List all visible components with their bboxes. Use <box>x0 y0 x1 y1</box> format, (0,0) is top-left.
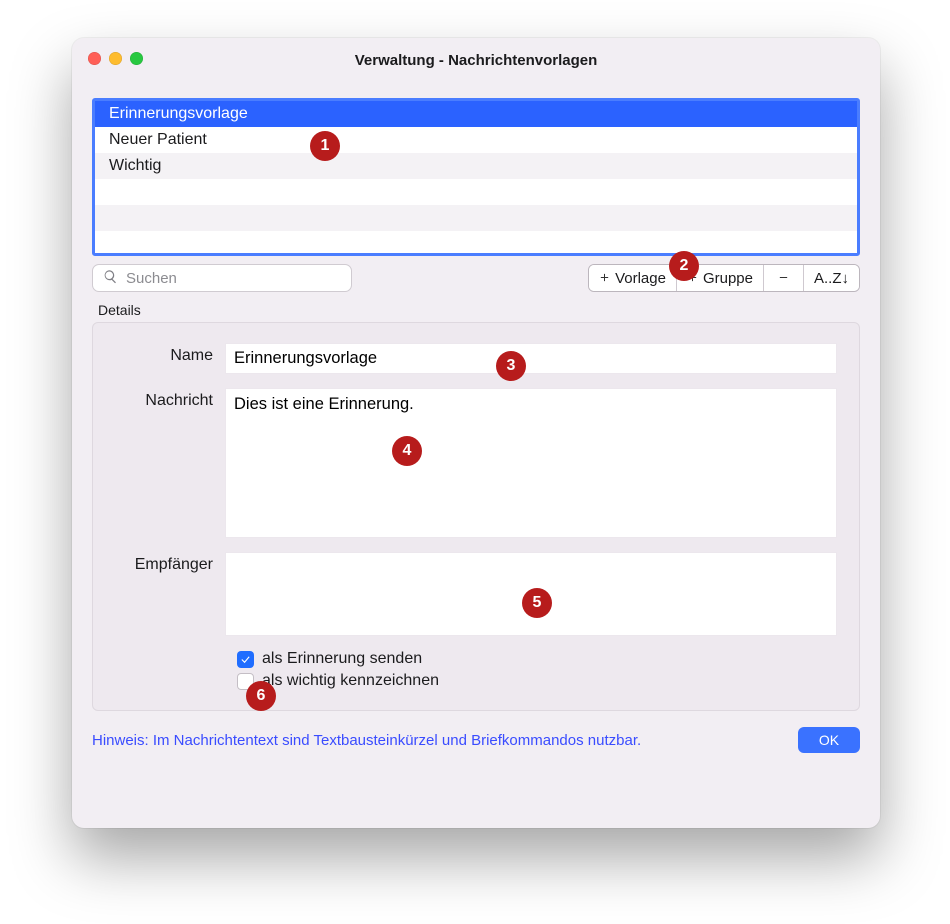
close-icon[interactable] <box>88 52 101 65</box>
important-checkbox-row[interactable]: als wichtig kennzeichnen <box>237 672 837 690</box>
titlebar: Verwaltung - Nachrichtenvorlagen <box>72 38 880 82</box>
ok-button[interactable]: OK <box>798 727 860 753</box>
search-icon <box>103 269 124 288</box>
reminder-checkbox-row[interactable]: als Erinnerung senden <box>237 650 837 668</box>
zoom-icon[interactable] <box>130 52 143 65</box>
message-label: Nachricht <box>115 388 225 538</box>
list-item[interactable]: Erinnerungsvorlage <box>95 101 857 127</box>
template-list[interactable]: Erinnerungsvorlage Neuer Patient Wichtig <box>92 98 860 256</box>
add-group-button[interactable]: Gruppe <box>676 265 763 291</box>
recipients-box[interactable] <box>225 552 837 636</box>
list-item[interactable] <box>95 179 857 205</box>
list-item[interactable]: Wichtig <box>95 153 857 179</box>
important-checkbox-label: als wichtig kennzeichnen <box>262 672 439 690</box>
list-item[interactable] <box>95 231 857 256</box>
message-textarea[interactable] <box>225 388 837 538</box>
minus-icon <box>778 270 789 287</box>
checkbox-icon[interactable] <box>237 673 254 690</box>
sort-button[interactable]: A..Z↓ <box>803 265 859 291</box>
hint-text: Hinweis: Im Nachrichtentext sind Textbau… <box>92 732 641 749</box>
list-item[interactable] <box>95 205 857 231</box>
window-controls <box>88 52 143 65</box>
list-item[interactable]: Neuer Patient <box>95 127 857 153</box>
reminder-checkbox-label: als Erinnerung senden <box>262 650 422 668</box>
toolbar: Vorlage Gruppe A..Z↓ <box>92 264 860 292</box>
name-input[interactable] <box>225 343 837 374</box>
toolbar-buttons: Vorlage Gruppe A..Z↓ <box>588 264 860 292</box>
search-field-wrap[interactable] <box>92 264 352 292</box>
name-label: Name <box>115 343 225 374</box>
plus-icon <box>599 270 610 287</box>
dialog-window: Verwaltung - Nachrichtenvorlagen Erinner… <box>72 38 880 828</box>
recipients-label: Empfänger <box>115 552 225 636</box>
details-panel: Name Nachricht Empfänger a <box>92 322 860 711</box>
minimize-icon[interactable] <box>109 52 122 65</box>
checkbox-icon[interactable] <box>237 651 254 668</box>
search-input[interactable] <box>124 269 341 288</box>
add-group-label: Gruppe <box>703 270 753 287</box>
plus-icon <box>687 270 698 287</box>
footer: Hinweis: Im Nachrichtentext sind Textbau… <box>92 727 860 753</box>
window-title: Verwaltung - Nachrichtenvorlagen <box>355 52 598 69</box>
add-template-label: Vorlage <box>615 270 666 287</box>
add-template-button[interactable]: Vorlage <box>589 265 676 291</box>
remove-button[interactable] <box>763 265 803 291</box>
details-section-label: Details <box>98 302 860 318</box>
